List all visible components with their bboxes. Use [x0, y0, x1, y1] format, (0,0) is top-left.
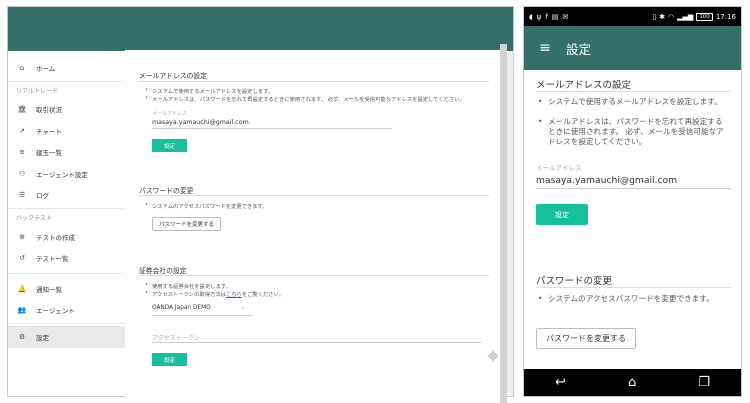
sidebar-item-label: 建玉一覧 — [36, 149, 62, 158]
sidebar: ⌂ ホーム リアルトレード 🏛 取引状況 ↗ チャート ≡ 建玉一覧 ⚇ エージ… — [8, 51, 127, 396]
sidebar-section-backtest: バックテスト — [8, 208, 126, 226]
sidebar-item-create-test[interactable]: ⊕ テストの作成 — [8, 226, 126, 248]
broker-section-title: 証券会社の設定 — [139, 267, 187, 275]
password-bullet-1: システムのアクセスパスワードを変更できます。 — [145, 202, 268, 210]
divider — [536, 91, 731, 92]
email-bullet-2: メールアドレスは、パスワードを忘れて再設定するときに使用されます。 必ず、メール… — [538, 117, 728, 147]
mobile-screenshot: ◖ ψ f ▤ ✉ ▯ ✱ ◠ ▂▄▆ 100 17:16 ≡ 設定 メールアド… — [523, 6, 742, 397]
history-icon: ↺ — [19, 254, 25, 263]
sidebar-item-log[interactable]: ☰ ログ — [8, 185, 126, 207]
access-token-underline — [152, 342, 482, 343]
sidebar-item-label: ホーム — [36, 64, 56, 73]
sidebar-item-label: 通知一覧 — [36, 285, 62, 294]
change-password-button[interactable]: パスワードを変更する — [536, 328, 636, 349]
sidebar-item-label: エージェント — [36, 307, 75, 316]
broker-select[interactable]: OANDA Japan DEMO ⌄ — [152, 305, 245, 311]
sidebar-item-chart[interactable]: ↗ チャート — [8, 120, 126, 142]
change-password-button[interactable]: パスワードを変更する — [152, 217, 222, 231]
access-token-input[interactable]: アクセストークン — [152, 333, 200, 342]
gear-icon: ⚙ — [18, 332, 26, 341]
sidebar-item-label: 取引状況 — [36, 106, 62, 115]
email-section-title: メールアドレスの設定 — [139, 72, 207, 80]
facebook-icon: f — [545, 12, 548, 21]
email-field-label: メールアドレス — [152, 111, 188, 117]
app-toolbar: ≡ 設定 — [524, 26, 741, 70]
password-bullet-1: システムのアクセスパスワードを変更できます。 — [538, 294, 728, 304]
chevron-down-icon: ⌄ — [240, 305, 246, 311]
bank-icon: 🏛 — [17, 105, 27, 114]
email-bullet-2: メールアドレスは、パスワードを忘れて再設定するときに使用されます。 必ず、メール… — [145, 95, 465, 103]
email-bullet-1: システムで使用するメールアドレスを設定します。 — [538, 97, 728, 107]
sidebar-item-label: エージェント設定 — [36, 170, 88, 179]
agent-settings-icon: ⚇ — [18, 169, 26, 178]
sidebar-item-label: 設定 — [36, 333, 49, 342]
usb-icon: ψ — [536, 12, 542, 21]
sidebar-item-positions[interactable]: ≡ 建玉一覧 — [8, 142, 126, 164]
sidebar-item-label: ログ — [36, 192, 49, 201]
sidebar-section-realtime: リアルトレード — [8, 80, 126, 99]
sidebar-item-agents[interactable]: 👥 エージェント — [8, 300, 126, 322]
notification-icons: ◖ ψ f ▤ ✉ — [529, 13, 568, 21]
email-field-label: メールアドレス — [536, 164, 582, 172]
battery-icon: 100 — [696, 12, 713, 21]
add-circle-icon: ⊕ — [19, 232, 25, 241]
sidebar-item-agent-settings[interactable]: ⚇ エージェント設定 — [8, 163, 126, 185]
divider — [139, 81, 489, 82]
recents-icon[interactable]: ❐ — [698, 375, 710, 390]
trend-icon: ↗ — [19, 126, 25, 135]
signal-icon: ▂▄▆ — [677, 12, 694, 21]
broker-bullet-1: 使用する証券会社を設定します。 — [145, 282, 231, 290]
email-field[interactable]: masaya.yamauchi@gmail.com — [536, 175, 677, 186]
app-icon: ◖ — [529, 12, 533, 21]
sidebar-item-home[interactable]: ⌂ ホーム — [8, 57, 126, 79]
password-section-title: パスワードの変更 — [139, 187, 194, 195]
sidebar-item-notifications[interactable]: 🔔 通知一覧 — [8, 278, 126, 300]
email-field[interactable]: masaya.yamauchi@gmail.com — [152, 119, 249, 126]
email-field-underline — [536, 188, 731, 189]
mail-icon: ✉ — [562, 12, 569, 21]
email-save-button[interactable]: 設定 — [152, 139, 187, 152]
broker-select-value: OANDA Japan DEMO — [152, 305, 211, 311]
sidebar-item-label: テスト一覧 — [36, 255, 69, 264]
people-icon: 👥 — [17, 306, 27, 315]
news-icon: ▤ — [551, 12, 559, 21]
email-save-button[interactable]: 設定 — [536, 204, 588, 225]
divider — [139, 275, 489, 276]
divider — [139, 195, 489, 196]
list-icon: ≡ — [19, 148, 25, 157]
email-field-underline — [152, 128, 392, 129]
sidebar-item-settings[interactable]: ⚙ 設定 — [8, 326, 126, 348]
broker-bullet-2-prefix: アクセストークンの取得方法は — [152, 292, 226, 298]
app-header — [8, 7, 513, 51]
sidebar-item-trading-status[interactable]: 🏛 取引状況 — [8, 99, 126, 121]
android-nav-bar: ↩ ⌂ ❐ — [524, 369, 741, 396]
scrollbar[interactable] — [500, 44, 507, 403]
bell-icon: 🔔 — [17, 284, 27, 293]
broker-bullet-2-suffix: をご覧ください。 — [241, 292, 285, 298]
sidebar-item-label: テストの作成 — [36, 233, 75, 242]
token-help-link[interactable]: こちら — [226, 292, 242, 298]
broker-save-button[interactable]: 設定 — [152, 353, 187, 366]
vibrate-icon: ▯ — [652, 12, 657, 21]
sidebar-item-label: チャート — [36, 127, 62, 136]
log-icon: ☰ — [18, 191, 26, 200]
email-bullet-1: システムで使用するメールアドレスを設定します。 — [145, 87, 273, 95]
sidebar-item-test-list[interactable]: ↺ テスト一覧 — [8, 248, 126, 270]
page-title: 設定 — [566, 41, 592, 57]
home-icon: ⌂ — [19, 63, 25, 72]
broker-bullet-2: アクセストークンの取得方法はこちらをご覧ください。 — [145, 290, 285, 298]
system-icons: ▯ ✱ ◠ ▂▄▆ 100 17:16 — [652, 12, 736, 21]
status-bar: ◖ ψ f ▤ ✉ ▯ ✱ ◠ ▂▄▆ 100 17:16 — [524, 7, 741, 26]
password-section-title: パスワードの変更 — [536, 276, 613, 287]
email-section-title: メールアドレスの設定 — [536, 80, 632, 91]
home-icon[interactable]: ⌂ — [628, 375, 636, 390]
status-time: 17:16 — [715, 12, 736, 21]
broker-select-underline — [152, 315, 252, 316]
wifi-icon: ◠ — [668, 12, 675, 21]
menu-icon[interactable]: ≡ — [524, 40, 566, 56]
back-icon[interactable]: ↩ — [555, 375, 566, 390]
divider — [536, 287, 731, 288]
bluetooth-icon: ✱ — [659, 12, 666, 21]
